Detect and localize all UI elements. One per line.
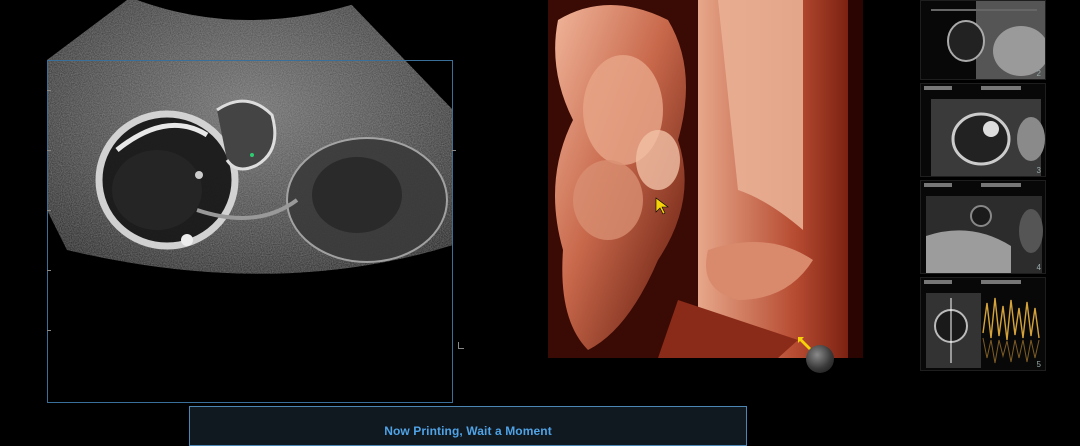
thumbnail-index: 3 [1036, 166, 1041, 175]
yellow-arrow-icon [655, 197, 669, 215]
depth-tick [47, 330, 51, 331]
depth-tick [47, 150, 51, 151]
status-banner: Now Printing, Wait a Moment [189, 406, 747, 446]
thumbnail-image [921, 84, 1045, 176]
thumbnail-index: 2 [1036, 69, 1041, 78]
thumbnail-image [921, 181, 1045, 273]
depth-tick [47, 270, 51, 271]
depth-tick [47, 90, 51, 91]
status-message: Now Printing, Wait a Moment [384, 424, 552, 438]
thumbnail-2[interactable]: 2 [920, 0, 1046, 80]
3d-render-panel[interactable] [548, 0, 863, 358]
3d-surface-render [548, 0, 863, 358]
depth-tick [452, 150, 456, 151]
trackball-cursor-icon[interactable] [806, 345, 834, 373]
thumbnail-3[interactable]: 3 [920, 83, 1046, 177]
thumbnail-5[interactable]: 5 [920, 277, 1046, 371]
thumbnail-index: 5 [1036, 360, 1041, 369]
thumbnail-image [921, 278, 1045, 370]
thumbnail-image [921, 1, 1045, 79]
thumbnail-4[interactable]: 4 [920, 180, 1046, 274]
thumbnail-index: 4 [1036, 263, 1041, 272]
depth-tick [47, 210, 51, 211]
roi-box[interactable] [47, 60, 453, 403]
